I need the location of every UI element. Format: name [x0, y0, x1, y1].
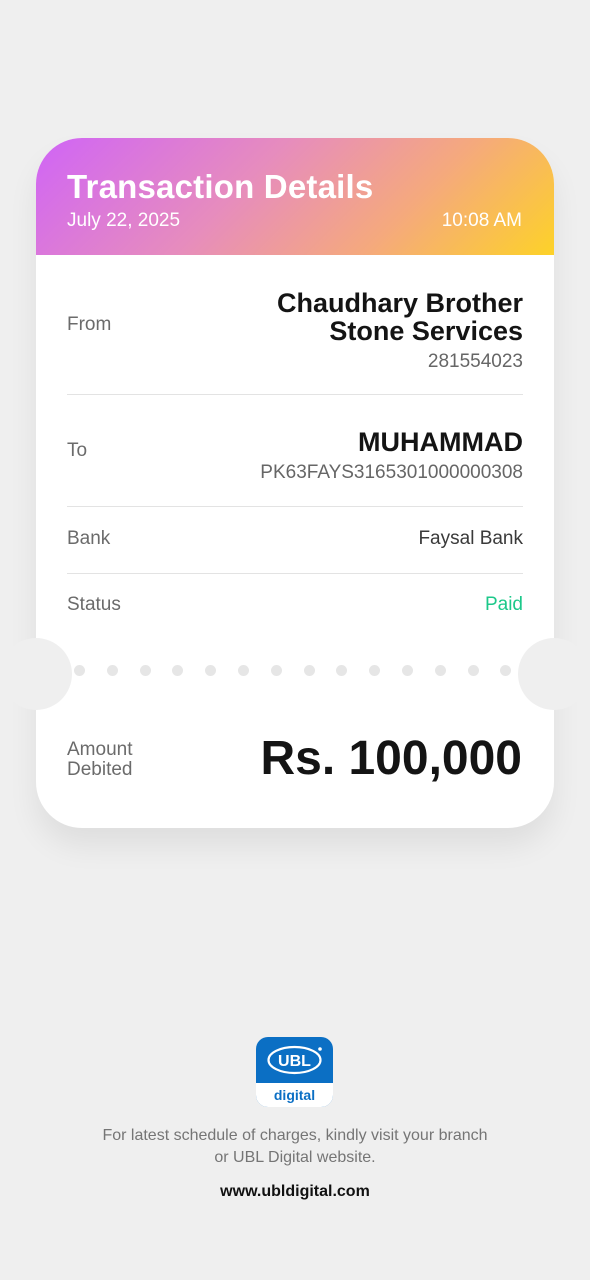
from-name-line1: Chaudhary Brother	[276, 288, 523, 318]
transaction-date: July 22, 2025	[67, 210, 181, 231]
status-label: Status	[67, 594, 121, 615]
status-badge: Paid	[484, 594, 523, 615]
perforation-dot	[336, 665, 348, 676]
ubl-logo-sub: digital	[256, 1083, 333, 1107]
card-header: Transaction Details July 22, 2025 10:08 …	[36, 138, 554, 255]
divider	[67, 506, 523, 507]
charges-note-line1: For latest schedule of charges, kindly v…	[102, 1127, 488, 1144]
divider	[67, 573, 523, 574]
website-link[interactable]: www.ubldigital.com	[0, 1183, 590, 1201]
perforation-dot	[106, 665, 118, 676]
perforation-dot	[402, 665, 413, 676]
amount-label: Amount Debited	[67, 740, 133, 780]
ticket-notch-right	[518, 638, 590, 710]
to-account: PK63FAYS3165301000000308	[260, 462, 523, 483]
from-row: From Chaudhary Brother Stone Services 28…	[67, 288, 523, 378]
perforation-dot	[139, 665, 151, 676]
from-account: 281554023	[427, 351, 523, 372]
amount-label-line2: Debited	[67, 759, 133, 780]
perforation-dot	[303, 665, 315, 676]
amount-label-line1: Amount	[67, 739, 133, 760]
perforation-dot	[369, 665, 381, 676]
ubl-logo-text: UBL	[278, 1053, 311, 1070]
bank-value: Faysal Bank	[418, 528, 523, 549]
to-name: MUHAMMAD	[358, 427, 523, 457]
perforation-dot	[172, 665, 184, 676]
from-label: From	[67, 314, 112, 335]
ubl-digital-logo: UBL digital	[256, 1037, 333, 1107]
to-label: To	[67, 440, 88, 461]
status-row: Status Paid	[67, 594, 523, 618]
perforation-dot	[238, 665, 249, 676]
bank-label: Bank	[67, 528, 111, 549]
amount-value: Rs. 100,000	[260, 732, 522, 785]
ubl-logo-mark: UBL	[256, 1037, 333, 1083]
bank-row: Bank Faysal Bank	[67, 528, 523, 552]
perforation-dot	[270, 665, 282, 676]
ticket-notch-left	[0, 638, 72, 710]
perforation-dot	[74, 665, 85, 676]
charges-note-line2: or UBL Digital website.	[214, 1149, 376, 1166]
from-name-line2: Stone Services	[329, 316, 523, 346]
transaction-time: 10:08 AM	[441, 210, 522, 231]
to-row: To MUHAMMAD PK63FAYS3165301000000308	[67, 427, 523, 487]
charges-note: For latest schedule of charges, kindly v…	[60, 1125, 530, 1169]
divider	[67, 394, 523, 395]
perforation-dot	[434, 665, 446, 676]
perforation-dot	[467, 665, 479, 676]
perforation-line	[36, 658, 554, 682]
transaction-card: Transaction Details July 22, 2025 10:08 …	[36, 138, 554, 828]
page-title: Transaction Details	[67, 168, 374, 205]
perforation-dot	[205, 665, 217, 676]
perforation-dot	[500, 665, 512, 676]
